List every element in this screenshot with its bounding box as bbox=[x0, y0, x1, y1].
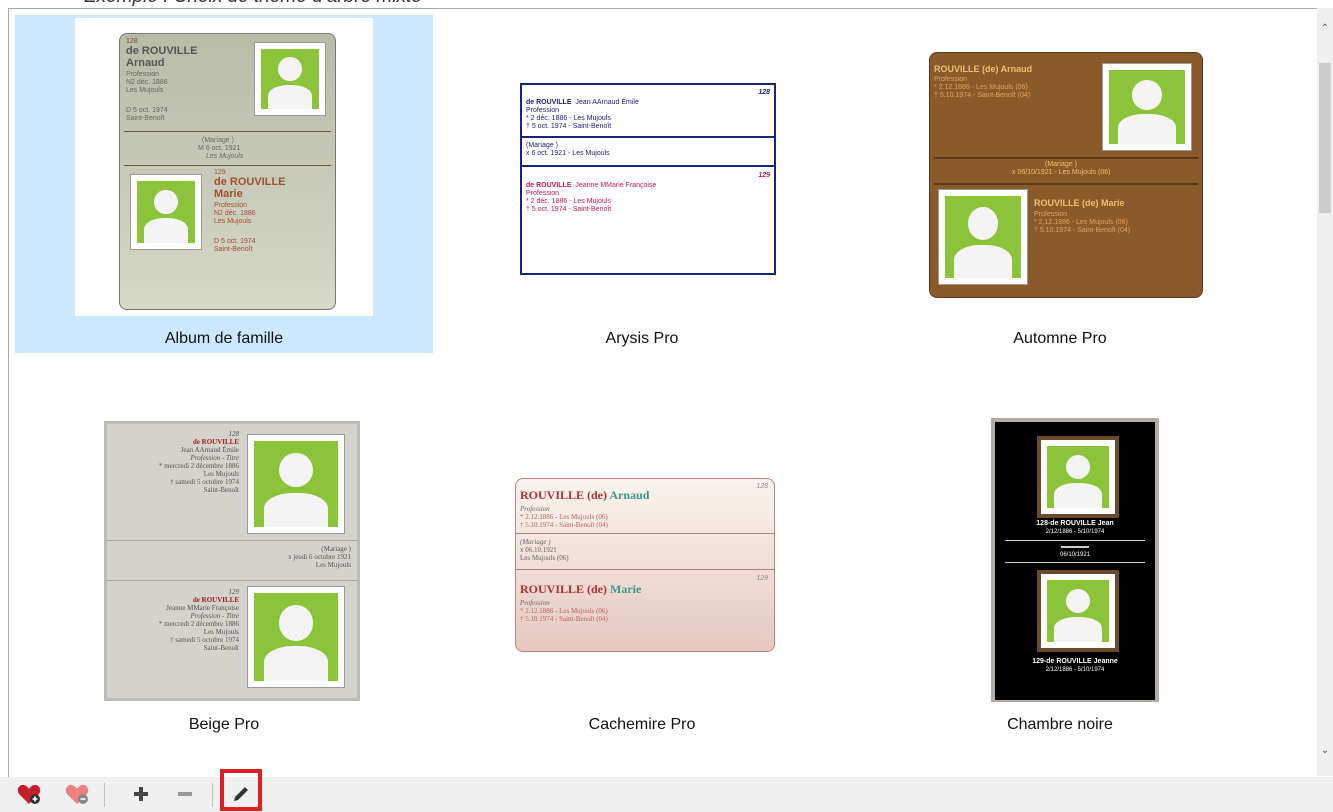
theme-label: Beige Pro bbox=[188, 716, 260, 733]
theme-preview: ROUVILLE (de) Arnaud Profession * 2.12.1… bbox=[911, 18, 1209, 316]
theme-tile-album-de-famille[interactable]: 128 de ROUVILLE Arnaud Profession N2 déc… bbox=[15, 15, 433, 353]
theme-preview: 128 de ROUVILLE Jean AArnaud Émile Profe… bbox=[493, 18, 791, 316]
portrait-icon bbox=[247, 434, 345, 534]
theme-label: Chambre noire bbox=[1007, 716, 1113, 733]
scroll-down-icon[interactable]: ⌄ bbox=[1320, 746, 1330, 756]
theme-label: Cachemire Pro bbox=[588, 716, 696, 733]
heart-icon bbox=[17, 784, 41, 804]
add-button[interactable] bbox=[128, 781, 154, 807]
minus-icon bbox=[178, 792, 192, 796]
vertical-scrollbar[interactable]: ⌃ ⌄ bbox=[1317, 8, 1333, 776]
remove-button[interactable] bbox=[172, 781, 198, 807]
edit-button[interactable] bbox=[228, 781, 254, 807]
portrait-icon bbox=[938, 189, 1028, 285]
theme-preview: 128-de ROUVILLE Jean 2/12/1886 - 5/10/19… bbox=[911, 404, 1209, 702]
favorite-add-button[interactable] bbox=[16, 781, 42, 807]
page-caption: Exemple : Choix de thème d’arbre mixte bbox=[84, 0, 422, 8]
theme-preview: 128 ROUVILLE (de) Arnaud Profession * 2.… bbox=[493, 404, 791, 702]
portrait-icon bbox=[1037, 570, 1119, 652]
theme-gallery: 128 de ROUVILLE Arnaud Profession N2 déc… bbox=[8, 8, 1333, 778]
portrait-icon bbox=[1037, 436, 1119, 518]
portrait-icon bbox=[254, 42, 326, 116]
portrait-icon bbox=[130, 174, 202, 250]
theme-preview: 128 de ROUVILLE Jean AArnaud Émile Profe… bbox=[75, 419, 373, 717]
pencil-icon bbox=[234, 787, 248, 801]
theme-tile-automne-pro[interactable]: ROUVILLE (de) Arnaud Profession * 2.12.1… bbox=[851, 15, 1269, 353]
scroll-up-icon[interactable]: ⌃ bbox=[1320, 24, 1330, 34]
portrait-icon bbox=[1102, 63, 1192, 151]
theme-tile-arysis-pro[interactable]: 128 de ROUVILLE Jean AArnaud Émile Profe… bbox=[433, 15, 851, 353]
theme-preview: 128 de ROUVILLE Arnaud Profession N2 déc… bbox=[75, 18, 373, 316]
theme-label: Album de famille bbox=[164, 330, 284, 347]
toolbar bbox=[0, 769, 1333, 812]
theme-tile-cachemire-pro[interactable]: 128 ROUVILLE (de) Arnaud Profession * 2.… bbox=[433, 401, 851, 739]
plus-icon bbox=[134, 787, 148, 801]
theme-tile-chambre-noire[interactable]: 128-de ROUVILLE Jean 2/12/1886 - 5/10/19… bbox=[851, 401, 1269, 739]
theme-label: Automne Pro bbox=[1013, 330, 1107, 347]
heart-broken-icon bbox=[65, 784, 89, 804]
favorite-remove-button[interactable] bbox=[64, 781, 90, 807]
portrait-icon bbox=[247, 586, 345, 688]
scrollbar-thumb[interactable] bbox=[1319, 63, 1331, 213]
theme-label: Arysis Pro bbox=[605, 330, 679, 347]
theme-tile-beige-pro[interactable]: 128 de ROUVILLE Jean AArnaud Émile Profe… bbox=[15, 401, 433, 739]
